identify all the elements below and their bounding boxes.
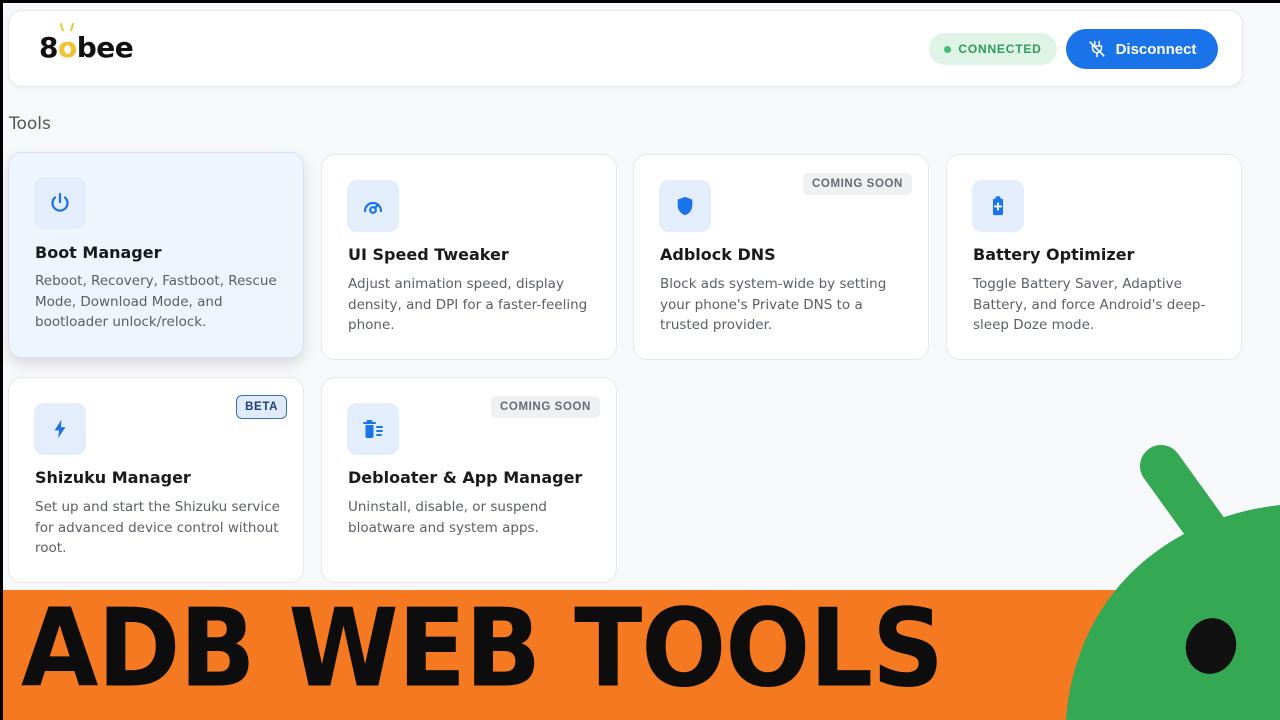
card-description: Set up and start the Shizuku service for… [35,499,280,556]
status-dot-icon [944,45,952,53]
shield-icon [677,196,693,216]
battery-icon [992,196,1004,216]
status-label: CONNECTED [958,42,1042,56]
card-description: Block ads system-wide by setting your ph… [660,276,887,333]
card-description: Uninstall, disable, or suspend bloatware… [348,499,547,536]
section-title: Tools [9,114,51,134]
card-icon-box [347,180,399,232]
card-title: Boot Manager [35,243,162,262]
banner-title: ADB WEB TOOLS [21,585,944,712]
top-bar: 8 o bee CONNECTED Disconnect [8,10,1243,87]
card-title: Adblock DNS [660,245,776,264]
connection-status-badge: CONNECTED [929,33,1057,65]
app-window: 8 o bee CONNECTED Disconnect Tools Boot Ma… [3,3,1280,720]
beta-badge: BETA [236,395,287,419]
card-icon-box [34,403,86,455]
logo-bee-o: o [58,23,77,64]
bee-antenna-icon [59,23,74,31]
coming-soon-badge: COMING SOON [491,396,600,418]
coming-soon-badge: COMING SOON [803,173,912,195]
logo-text-prefix: 8 [39,31,58,64]
tool-card-debloater[interactable]: COMING SOON Debloater & App Manager Unin… [321,377,617,583]
card-title: UI Speed Tweaker [348,245,509,264]
trash-list-icon [363,420,383,438]
card-icon-box [34,177,86,229]
tool-card-boot-manager[interactable]: Boot Manager Reboot, Recovery, Fastboot,… [8,152,304,358]
logo-text-suffix: bee [76,31,134,64]
card-title: Shizuku Manager [35,468,191,487]
disconnect-button[interactable]: Disconnect [1066,29,1218,69]
tool-card-battery-optimizer[interactable]: Battery Optimizer Toggle Battery Saver, … [946,154,1242,360]
card-icon-box [972,180,1024,232]
logo[interactable]: 8 o bee [39,23,134,64]
card-description: Adjust animation speed, display density,… [348,276,588,333]
disconnect-label: Disconnect [1115,40,1197,58]
card-title: Debloater & App Manager [348,468,583,487]
tool-card-shizuku-manager[interactable]: BETA Shizuku Manager Set up and start th… [8,377,304,583]
card-description: Reboot, Recovery, Fastboot, Rescue Mode,… [35,273,277,330]
card-title: Battery Optimizer [973,245,1135,264]
bolt-icon [54,419,66,439]
tool-card-ui-speed-tweaker[interactable]: UI Speed Tweaker Adjust animation speed,… [321,154,617,360]
speedometer-icon [363,201,383,214]
unplug-icon [1088,40,1105,58]
power-icon [51,192,69,212]
card-icon-box [659,180,711,232]
tool-card-adblock-dns[interactable]: COMING SOON Adblock DNS Block ads system… [633,154,929,360]
card-description: Toggle Battery Saver, Adaptive Battery, … [973,276,1206,333]
card-icon-box [347,403,399,455]
